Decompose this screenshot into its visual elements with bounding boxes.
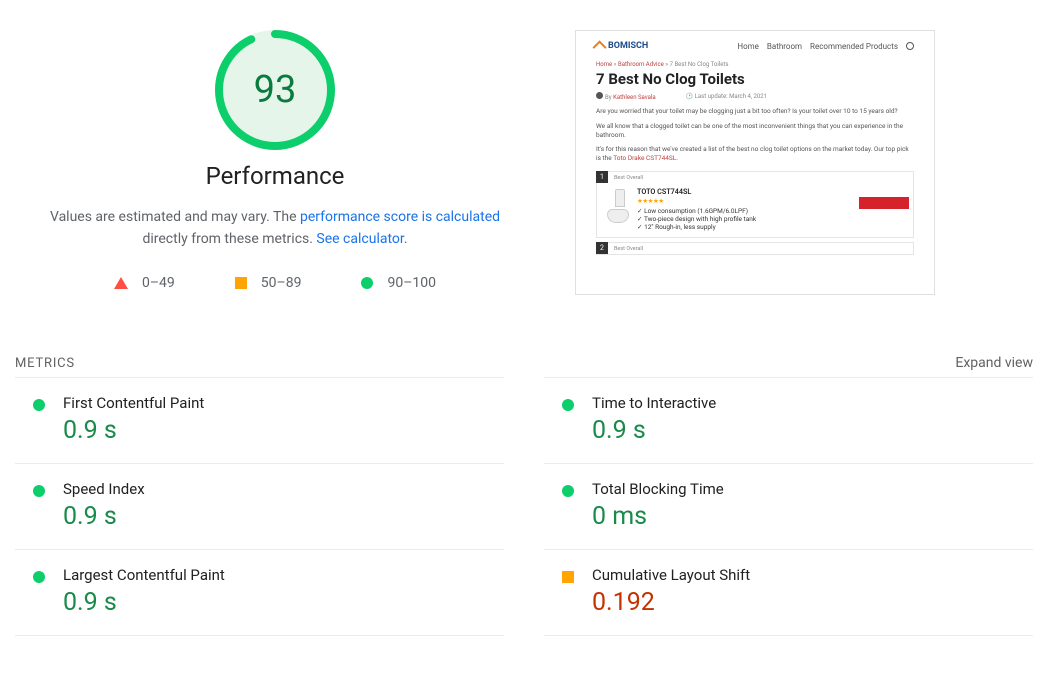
- preview-nav-home: Home: [737, 42, 759, 51]
- metric-speed-index[interactable]: Speed Index 0.9 s: [15, 463, 504, 549]
- metric-fcp[interactable]: First Contentful Paint 0.9 s: [15, 377, 504, 463]
- triangle-icon: [114, 277, 128, 289]
- circle-icon: [33, 399, 45, 411]
- circle-icon: [361, 277, 373, 289]
- preview-thumbnail: BOMISCH Home Bathroom Recommended Produc…: [575, 30, 935, 295]
- legend-pass-label: 90–100: [387, 275, 436, 291]
- metric-name: Cumulative Layout Shift: [592, 566, 1023, 584]
- metrics-grid: First Contentful Paint 0.9 s Speed Index…: [0, 377, 1048, 636]
- legend-average: 50–89: [235, 275, 302, 291]
- divider: [544, 635, 1033, 636]
- byline-by: By: [605, 94, 612, 101]
- metric-value: 0.9 s: [592, 416, 1023, 445]
- legend-pass: 90–100: [361, 275, 436, 291]
- circle-icon: [33, 571, 45, 583]
- divider: [15, 635, 504, 636]
- preview-para-3: It's for this reason that we've created …: [596, 145, 914, 163]
- metric-name: Speed Index: [63, 480, 494, 498]
- metric-value: 0.9 s: [63, 416, 494, 445]
- metrics-col-left: First Contentful Paint 0.9 s Speed Index…: [15, 377, 504, 636]
- metric-name: First Contentful Paint: [63, 394, 494, 412]
- preview-breadcrumb: Home » Bathroom Advice » 7 Best No Clog …: [596, 61, 914, 68]
- legend-average-label: 50–89: [261, 275, 302, 291]
- performance-score-panel: 93 Performance Values are estimated and …: [15, 30, 535, 295]
- note-period: .: [404, 231, 408, 247]
- score-value: 93: [215, 30, 335, 150]
- feature-bullet: 12" Rough-in, less supply: [637, 223, 907, 231]
- square-icon: [562, 571, 574, 583]
- byline-updated: Last update: March 4, 2021: [695, 93, 767, 100]
- square-icon: [235, 277, 247, 289]
- metric-name: Time to Interactive: [592, 394, 1023, 412]
- expand-view-link[interactable]: Expand view: [955, 355, 1033, 371]
- preview-logo-text: BOMISCH: [608, 41, 648, 51]
- metric-name: Largest Contentful Paint: [63, 566, 494, 584]
- feature-bullet: Two-piece design with high profile tank: [637, 215, 907, 223]
- preview-para-1: Are you worried that your toilet may be …: [596, 107, 914, 116]
- metric-value: 0.9 s: [63, 502, 494, 531]
- score-gauge: 93: [215, 30, 335, 150]
- circle-icon: [562, 485, 574, 497]
- legend-fail: 0–49: [114, 275, 175, 291]
- score-legend: 0–49 50–89 90–100: [114, 275, 436, 291]
- metric-tbt[interactable]: Total Blocking Time 0 ms: [544, 463, 1033, 549]
- byline-author: Kathleen Savala: [613, 94, 656, 101]
- preview-para-2: We all know that a clogged toilet can be…: [596, 122, 914, 140]
- preview-nav: Home Bathroom Recommended Products: [737, 42, 914, 51]
- score-description: Values are estimated and may vary. The p…: [45, 206, 505, 251]
- card-brand-label: Best Overall: [608, 172, 649, 181]
- circle-icon: [33, 485, 45, 497]
- metric-lcp[interactable]: Largest Contentful Paint 0.9 s: [15, 549, 504, 635]
- preview-para-3-link: Toto Drake CST744SL: [613, 154, 676, 162]
- preview-product-card-2: 2 Best Overall: [596, 242, 914, 255]
- note-text: Values are estimated and may vary. The: [50, 209, 300, 225]
- search-icon: [906, 42, 914, 50]
- page-preview: BOMISCH Home Bathroom Recommended Produc…: [575, 30, 935, 295]
- avatar-icon: [596, 92, 603, 99]
- metric-value: 0.192: [592, 588, 1023, 617]
- preview-article-title: 7 Best No Clog Toilets: [596, 70, 914, 88]
- house-icon: [593, 40, 607, 54]
- metric-name: Total Blocking Time: [592, 480, 1023, 498]
- rank-badge: 1: [596, 171, 608, 183]
- preview-nav-bathroom: Bathroom: [767, 42, 802, 51]
- metric-value: 0.9 s: [63, 588, 494, 617]
- preview-byline: By Kathleen Savala 🕑 Last update: March …: [596, 92, 914, 101]
- note-text-mid: directly from these metrics.: [142, 231, 316, 247]
- score-label: Performance: [206, 162, 345, 190]
- toilet-icon: [603, 187, 629, 227]
- metrics-heading: METRICS: [15, 356, 75, 371]
- preview-header: BOMISCH Home Bathroom Recommended Produc…: [596, 39, 914, 57]
- preview-nav-recommended: Recommended Products: [810, 42, 898, 51]
- clock-icon: 🕑: [686, 93, 693, 100]
- legend-fail-label: 0–49: [142, 275, 175, 291]
- metric-tti[interactable]: Time to Interactive 0.9 s: [544, 377, 1033, 463]
- rank-badge: 2: [596, 242, 608, 254]
- product-title: TOTO CST744SL: [637, 187, 907, 196]
- check-price-button: [859, 197, 909, 209]
- calc-link-1[interactable]: performance score is calculated: [300, 209, 500, 225]
- calc-link-2[interactable]: See calculator: [316, 231, 403, 247]
- crumb-cur: 7 Best No Clog Toilets: [670, 61, 729, 68]
- metric-cls[interactable]: Cumulative Layout Shift 0.192: [544, 549, 1033, 635]
- card-brand-label: Best Overall: [608, 243, 649, 252]
- metrics-col-right: Time to Interactive 0.9 s Total Blocking…: [544, 377, 1033, 636]
- crumb-cat: Bathroom Advice: [618, 61, 664, 68]
- preview-logo: BOMISCH: [596, 41, 648, 51]
- circle-icon: [562, 399, 574, 411]
- crumb-home: Home: [596, 61, 612, 68]
- preview-product-card: 1 Best Overall TOTO CST744SL ★★★★★ Low c…: [596, 171, 914, 238]
- metric-value: 0 ms: [592, 502, 1023, 531]
